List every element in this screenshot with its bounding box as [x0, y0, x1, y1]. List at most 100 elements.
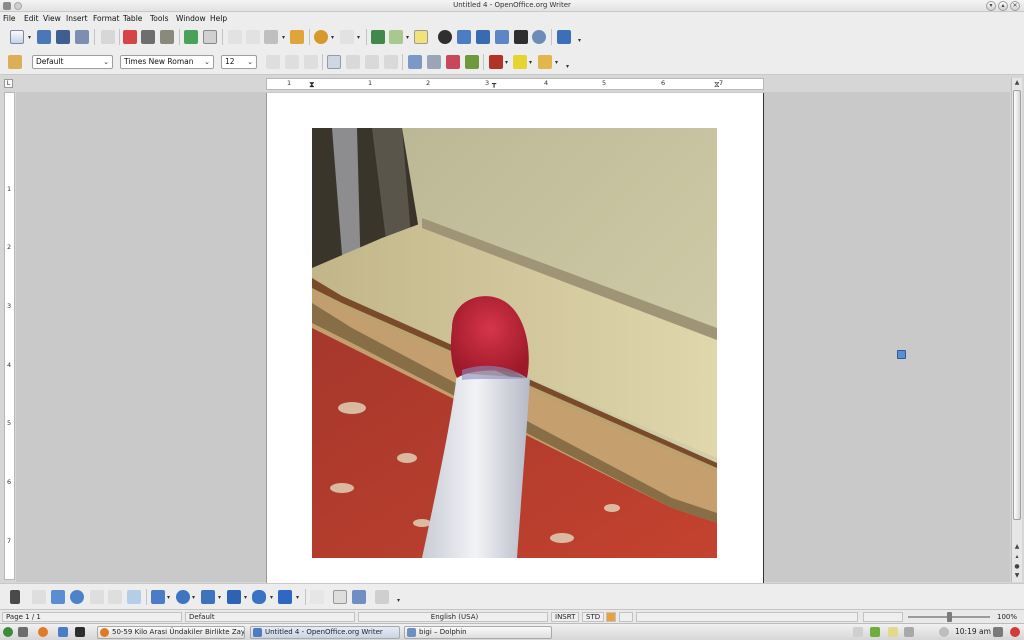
- toolbar-options-icon[interactable]: ▾: [397, 597, 400, 604]
- notifications-icon[interactable]: [939, 627, 949, 637]
- stars-icon[interactable]: [278, 590, 292, 604]
- redo-dropdown-icon[interactable]: ▾: [357, 34, 360, 41]
- block-arrows-dropdown-icon[interactable]: ▾: [218, 594, 221, 601]
- paste-dropdown-icon[interactable]: ▾: [282, 34, 285, 41]
- inserted-image[interactable]: [312, 128, 717, 558]
- align-right-icon[interactable]: [365, 55, 379, 69]
- flowcharts-icon[interactable]: [227, 590, 241, 604]
- freeform-line-icon[interactable]: [90, 590, 104, 604]
- toolbar-options-icon[interactable]: ▾: [566, 63, 569, 70]
- highlighting-dropdown-icon[interactable]: ▾: [529, 59, 532, 66]
- bold-icon[interactable]: [266, 55, 280, 69]
- vertical-ruler[interactable]: 1 2 3 4 5 6 7: [4, 92, 15, 580]
- paste-icon[interactable]: [264, 30, 278, 44]
- undo-icon[interactable]: [314, 30, 328, 44]
- digital-signature-icon[interactable]: [619, 612, 633, 622]
- basic-shapes-icon[interactable]: [151, 590, 165, 604]
- minimize-button[interactable]: ▾: [986, 1, 996, 11]
- view-layout-icon[interactable]: [863, 612, 903, 622]
- background-color-icon[interactable]: [538, 55, 552, 69]
- font-color-dropdown-icon[interactable]: ▾: [505, 59, 508, 66]
- power-icon[interactable]: [1010, 627, 1020, 637]
- from-file-icon[interactable]: [352, 590, 366, 604]
- callout-shapes-icon[interactable]: [252, 590, 266, 604]
- menu-view[interactable]: View: [43, 14, 61, 23]
- show-draw-functions-icon[interactable]: [414, 30, 428, 44]
- save-icon[interactable]: [56, 30, 70, 44]
- menu-edit[interactable]: Edit: [24, 14, 39, 23]
- callouts-icon[interactable]: [127, 590, 141, 604]
- callout-shapes-dropdown-icon[interactable]: ▾: [270, 594, 273, 601]
- language-indicator[interactable]: English (USA): [358, 612, 548, 622]
- help-icon[interactable]: [557, 30, 571, 44]
- hyperlink-icon[interactable]: [371, 30, 385, 44]
- task-firefox[interactable]: 50-59 Kilo Arası̇ Ündaki̇ler Bi̇rli̇kte …: [97, 626, 245, 639]
- undo-dropdown-icon[interactable]: ▾: [331, 34, 334, 41]
- menu-format[interactable]: Format: [93, 14, 119, 23]
- copy-icon[interactable]: [246, 30, 260, 44]
- horizontal-ruler[interactable]: 1 1 2 3 4 5 6 7 ⧗ ⧖ ┳: [266, 78, 764, 90]
- page-preview-icon[interactable]: [160, 30, 174, 44]
- new-document-icon[interactable]: [10, 30, 24, 44]
- application-launcher-icon[interactable]: [3, 627, 13, 637]
- zoom-icon[interactable]: [532, 30, 546, 44]
- text-icon[interactable]: [108, 590, 122, 604]
- paragraph-style-select[interactable]: Default ⌄: [32, 55, 113, 69]
- menu-tools[interactable]: Tools: [150, 14, 168, 23]
- close-button[interactable]: ✕: [1010, 1, 1020, 11]
- previous-page-icon[interactable]: ▴: [1012, 552, 1022, 562]
- new-dropdown-icon[interactable]: ▾: [28, 34, 31, 41]
- page-indicator[interactable]: Page 1 / 1: [2, 612, 182, 622]
- ellipse-icon[interactable]: [70, 590, 84, 604]
- increase-indent-icon[interactable]: [465, 55, 479, 69]
- line-icon[interactable]: [32, 590, 46, 604]
- align-center-icon[interactable]: [346, 55, 360, 69]
- align-left-icon[interactable]: [327, 55, 341, 69]
- styles-formatting-icon[interactable]: [8, 55, 22, 69]
- symbol-shapes-icon[interactable]: [176, 590, 190, 604]
- file-manager-icon[interactable]: [58, 627, 68, 637]
- scroll-up-icon[interactable]: ▲: [1012, 78, 1022, 88]
- font-color-icon[interactable]: [489, 55, 503, 69]
- terminal-icon[interactable]: [75, 627, 85, 637]
- selection-mode-indicator[interactable]: STD: [582, 612, 604, 622]
- scrollbar-thumb[interactable]: [1013, 90, 1021, 520]
- network-icon[interactable]: [870, 627, 880, 637]
- points-icon[interactable]: [310, 590, 324, 604]
- font-name-select[interactable]: Times New Roman ⌄: [120, 55, 214, 69]
- cut-icon[interactable]: [228, 30, 242, 44]
- lock-screen-icon[interactable]: [993, 627, 1003, 637]
- anchor-icon[interactable]: [897, 350, 906, 359]
- data-sources-icon[interactable]: [495, 30, 509, 44]
- task-dolphin[interactable]: bigi – Dolphin: [404, 626, 552, 639]
- vertical-scrollbar[interactable]: ▲ ▲ ▴ ● ▼: [1011, 78, 1022, 582]
- highlighting-icon[interactable]: [513, 55, 527, 69]
- right-indent-marker[interactable]: ⧖: [714, 80, 720, 90]
- menu-window[interactable]: Window: [176, 14, 206, 23]
- task-writer[interactable]: Untitled 4 - OpenOffice.org Writer: [250, 626, 400, 639]
- formatting-marks-icon[interactable]: [514, 30, 528, 44]
- scroll-down-icon[interactable]: ▼: [1012, 571, 1022, 581]
- background-dropdown-icon[interactable]: ▾: [555, 59, 558, 66]
- toolbar-options-icon[interactable]: ▾: [578, 37, 581, 44]
- justify-icon[interactable]: [384, 55, 398, 69]
- insert-mode-indicator[interactable]: INSRT: [551, 612, 579, 622]
- maximize-button[interactable]: ▴: [998, 1, 1008, 11]
- open-icon[interactable]: [37, 30, 51, 44]
- clone-formatting-icon[interactable]: [290, 30, 304, 44]
- navigator-icon[interactable]: [457, 30, 471, 44]
- symbol-shapes-dropdown-icon[interactable]: ▾: [192, 594, 195, 601]
- auto-spellcheck-icon[interactable]: [203, 30, 217, 44]
- menu-file[interactable]: File: [3, 14, 16, 23]
- gallery-icon[interactable]: [476, 30, 490, 44]
- fontwork-icon[interactable]: [333, 590, 347, 604]
- stars-dropdown-icon[interactable]: ▾: [296, 594, 299, 601]
- tab-stop-selector[interactable]: L: [4, 79, 13, 88]
- menu-insert[interactable]: Insert: [66, 14, 88, 23]
- clipboard-icon[interactable]: [888, 627, 898, 637]
- tab-stop-marker[interactable]: ┳: [492, 80, 496, 88]
- numbering-icon[interactable]: [408, 55, 422, 69]
- show-desktop-icon[interactable]: [18, 627, 28, 637]
- flowcharts-dropdown-icon[interactable]: ▾: [244, 594, 247, 601]
- clock[interactable]: 10:19 am: [955, 627, 991, 636]
